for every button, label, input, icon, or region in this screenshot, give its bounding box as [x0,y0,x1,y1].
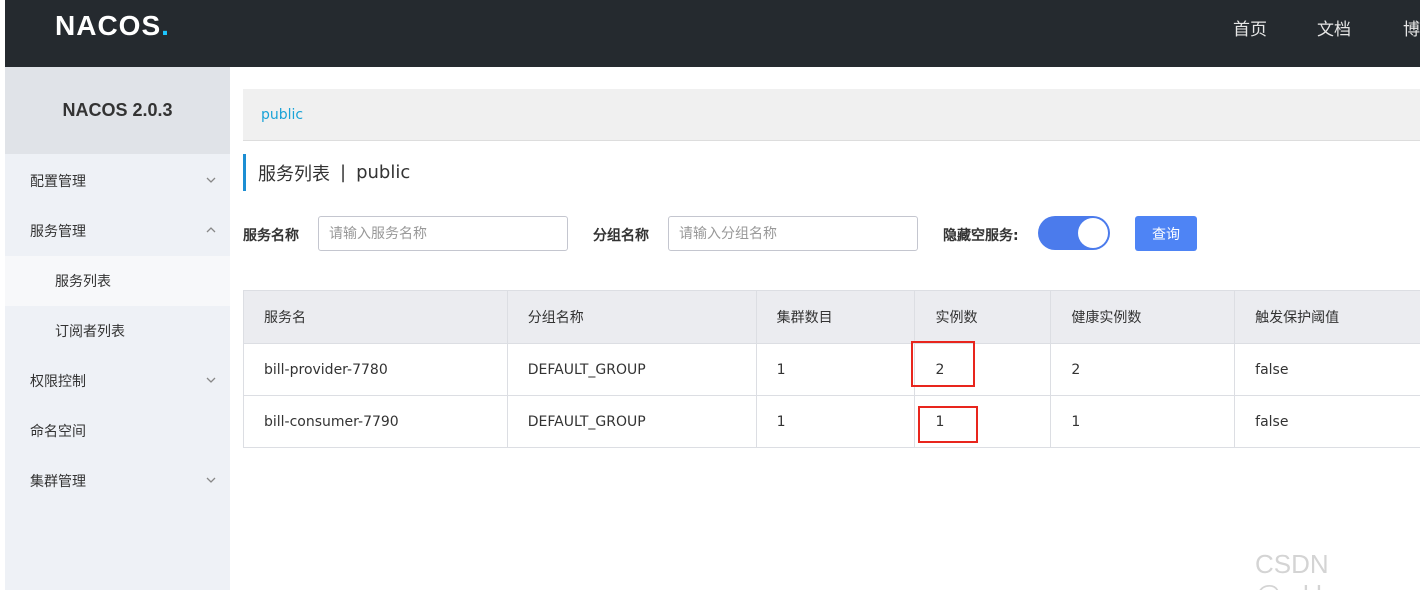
page-title-separator: | [340,162,347,183]
sidebar-item-config-management[interactable]: 配置管理 [5,156,230,206]
col-group-name: 分组名称 [506,290,757,344]
col-healthy-instance-count: 健康实例数 [1050,290,1236,344]
highlight-box [911,341,975,387]
service-table: 服务名 分组名称 集群数目 实例数 健康实例数 触发保护阈值 bill-prov… [243,290,1420,448]
cell-healthy-instance-count: 2 [1050,343,1236,396]
watermark: CSDN @xrkhy [1255,549,1344,590]
col-protect-threshold: 触发保护阈值 [1234,290,1420,344]
sidebar-item-subscriber-list[interactable]: 订阅者列表 [5,306,230,356]
toggle-knob [1078,218,1108,248]
group-name-input[interactable] [668,216,918,251]
nav-blog[interactable]: 博 [1403,15,1420,40]
table-header-row: 服务名 分组名称 集群数目 实例数 健康实例数 触发保护阈值 [243,290,1420,344]
sidebar-item-namespace[interactable]: 命名空间 [5,406,230,456]
sidebar-item-label: 服务管理 [30,224,86,240]
cell-healthy-instance-count: 1 [1050,395,1236,448]
col-instance-count: 实例数 [914,290,1052,344]
sidebar: NACOS 2.0.3 配置管理 服务管理 服务列表 订阅者列表 权限控制 命名… [5,67,230,590]
hide-empty-toggle[interactable] [1038,216,1110,250]
chevron-down-icon [206,477,216,483]
cell-service-name: bill-consumer-7790 [243,395,508,448]
breadcrumb-namespace[interactable]: public [261,107,303,123]
highlight-box [918,406,978,443]
table-row: bill-provider-7780 DEFAULT_GROUP 1 2 2 f… [243,343,1420,396]
sidebar-item-cluster-management[interactable]: 集群管理 [5,456,230,506]
query-button[interactable]: 查询 [1135,216,1197,251]
nav-home[interactable]: 首页 [1233,15,1267,40]
col-cluster-count: 集群数目 [755,290,916,344]
cell-cluster-count: 1 [755,343,916,396]
sidebar-item-service-list[interactable]: 服务列表 [5,256,230,306]
chevron-down-icon [206,377,216,383]
nacos-logo[interactable]: NACOS. [55,10,170,42]
cell-group-name: DEFAULT_GROUP [506,395,757,448]
group-name-label: 分组名称 [593,228,649,244]
page-title-namespace: public [356,162,411,183]
nav-docs[interactable]: 文档 [1317,15,1351,40]
sidebar-brand: NACOS 2.0.3 [5,67,230,154]
breadcrumb-bar: public [243,89,1420,141]
cell-protect-threshold: false [1234,395,1420,448]
cell-protect-threshold: false [1234,343,1420,396]
sidebar-item-label: 订阅者列表 [55,324,125,340]
cell-service-name: bill-provider-7780 [243,343,508,396]
sidebar-item-access-control[interactable]: 权限控制 [5,356,230,406]
cell-cluster-count: 1 [755,395,916,448]
page-title: 服务列表 | public [243,154,410,191]
service-name-input[interactable] [318,216,568,251]
sidebar-item-label: 服务列表 [55,274,111,290]
sidebar-item-label: 权限控制 [30,374,86,390]
top-bar: NACOS. 首页 文档 博 [5,0,1420,67]
cell-group-name: DEFAULT_GROUP [506,343,757,396]
sidebar-item-label: 集群管理 [30,474,86,490]
service-name-label: 服务名称 [243,228,299,244]
chevron-up-icon [206,227,216,233]
col-service-name: 服务名 [243,290,508,344]
sidebar-item-service-management[interactable]: 服务管理 [5,206,230,256]
chevron-down-icon [206,177,216,183]
sidebar-item-label: 命名空间 [30,424,86,440]
hide-empty-label: 隐藏空服务: [943,228,1019,244]
sidebar-item-label: 配置管理 [30,174,86,190]
page-title-main: 服务列表 [258,163,330,185]
table-row: bill-consumer-7790 DEFAULT_GROUP 1 1 1 f… [243,395,1420,448]
